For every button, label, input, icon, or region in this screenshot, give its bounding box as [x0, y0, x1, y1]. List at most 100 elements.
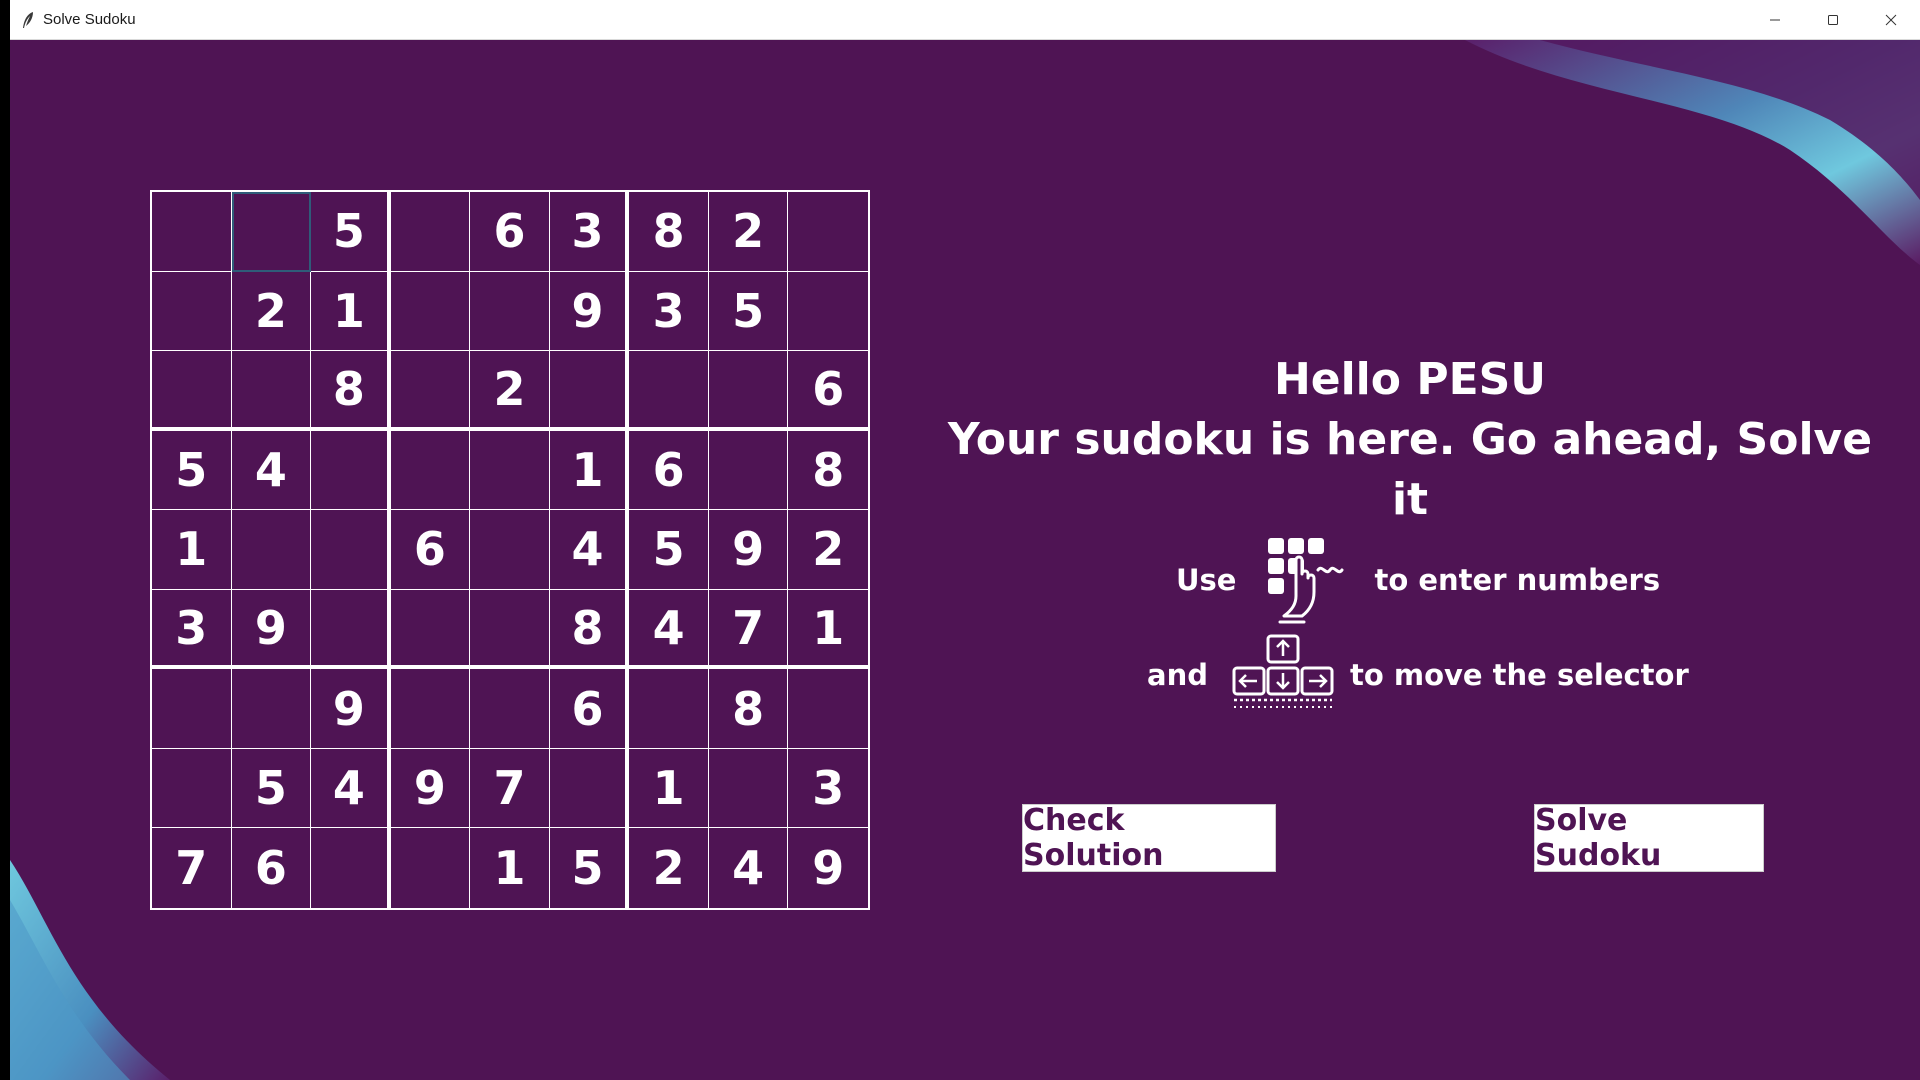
sudoku-cell-r2c7[interactable]: 3 — [629, 271, 709, 352]
arrow-keys-icon — [1232, 634, 1334, 708]
solve-sudoku-button[interactable]: Solve Sudoku — [1534, 803, 1764, 873]
sudoku-cell-r6c6[interactable]: 8 — [549, 589, 630, 670]
sudoku-cell-r9c3[interactable] — [311, 828, 391, 908]
window-controls — [1746, 0, 1920, 39]
sudoku-cell-r2c9[interactable] — [788, 272, 868, 352]
sudoku-cell-r5c9[interactable]: 2 — [788, 510, 868, 590]
sudoku-cell-r6c1[interactable]: 3 — [152, 589, 232, 670]
sudoku-cell-r6c8[interactable]: 7 — [708, 589, 789, 670]
sudoku-cell-r1c1[interactable] — [152, 192, 232, 272]
sudoku-cell-r3c4[interactable] — [390, 351, 471, 431]
sudoku-cell-r9c7[interactable]: 2 — [629, 828, 709, 908]
sudoku-cell-r9c5[interactable]: 1 — [470, 828, 550, 908]
instruction-enter-numbers: Use to enter numbers — [1176, 530, 1660, 630]
sudoku-cell-r9c1[interactable]: 7 — [152, 828, 232, 908]
sudoku-cell-r2c6[interactable]: 9 — [549, 271, 630, 352]
sudoku-cell-r4c3[interactable] — [311, 430, 391, 511]
sudoku-cell-r7c3[interactable]: 9 — [311, 669, 391, 749]
sudoku-cell-r4c8[interactable] — [708, 430, 789, 511]
sudoku-cell-r1c4[interactable] — [390, 192, 471, 272]
sudoku-cell-r7c6[interactable]: 6 — [549, 669, 630, 749]
sudoku-cell-r4c5[interactable] — [470, 430, 550, 511]
window-title: Solve Sudoku — [43, 11, 136, 28]
sudoku-cell-r7c5[interactable] — [470, 669, 550, 749]
check-solution-button[interactable]: Check Solution — [1022, 803, 1276, 873]
sudoku-cell-r2c5[interactable] — [470, 271, 550, 352]
sudoku-cell-r4c1[interactable]: 5 — [152, 430, 232, 511]
sudoku-cell-r4c4[interactable] — [390, 430, 471, 511]
sudoku-cell-r1c5[interactable]: 6 — [470, 192, 550, 272]
sudoku-cell-r6c9[interactable]: 1 — [788, 590, 868, 670]
numpad-touch-icon — [1268, 538, 1344, 624]
sudoku-cell-r5c1[interactable]: 1 — [152, 510, 232, 590]
sudoku-cell-r5c4[interactable]: 6 — [390, 510, 471, 590]
sudoku-cell-r3c3[interactable]: 8 — [311, 351, 391, 431]
sudoku-cell-r9c8[interactable]: 4 — [709, 828, 789, 908]
minimize-icon — [1770, 19, 1780, 20]
sudoku-cell-r5c6[interactable]: 4 — [549, 510, 630, 590]
sudoku-cell-r8c9[interactable]: 3 — [788, 749, 868, 829]
sudoku-cell-r3c6[interactable] — [549, 351, 630, 431]
sudoku-cell-r7c4[interactable] — [390, 669, 471, 749]
sudoku-cell-r1c7[interactable]: 8 — [629, 192, 709, 272]
sudoku-cell-r3c1[interactable] — [152, 351, 232, 431]
instruction-use-label: Use — [1176, 563, 1237, 597]
instruction-move-selector: and to move the selector — [1147, 630, 1689, 720]
sudoku-cell-r4c9[interactable]: 8 — [788, 431, 868, 511]
maximize-icon — [1828, 14, 1838, 25]
sudoku-cell-r1c8[interactable]: 2 — [708, 192, 789, 272]
sudoku-cell-r1c3[interactable]: 5 — [311, 192, 391, 272]
sudoku-cell-r7c1[interactable] — [152, 669, 232, 749]
sudoku-cell-r8c8[interactable] — [708, 748, 789, 829]
sudoku-cell-r5c2[interactable] — [231, 510, 312, 590]
sudoku-cell-r5c3[interactable] — [311, 510, 391, 590]
sudoku-cell-r2c3[interactable]: 1 — [311, 271, 391, 352]
sudoku-cell-r3c2[interactable] — [231, 351, 312, 431]
sudoku-cell-r1c2[interactable] — [231, 192, 312, 272]
sudoku-cell-r4c6[interactable]: 1 — [549, 430, 630, 511]
sudoku-cell-r3c8[interactable] — [708, 351, 789, 431]
sudoku-cell-r7c7[interactable] — [629, 669, 709, 749]
maximize-button[interactable] — [1804, 0, 1862, 39]
sudoku-cell-r1c9[interactable] — [788, 192, 868, 272]
title-bar[interactable]: Solve Sudoku — [10, 0, 1920, 40]
sudoku-cell-r6c3[interactable] — [311, 589, 391, 670]
sudoku-cell-r3c5[interactable]: 2 — [470, 351, 550, 431]
sudoku-cell-r6c4[interactable] — [390, 589, 471, 670]
sudoku-cell-r3c7[interactable] — [629, 351, 709, 431]
close-button[interactable] — [1862, 0, 1920, 39]
sudoku-cell-r9c4[interactable] — [391, 828, 471, 908]
sudoku-cell-r6c2[interactable]: 9 — [231, 589, 312, 670]
sudoku-cell-r3c9[interactable]: 6 — [788, 351, 868, 431]
sudoku-cell-r1c6[interactable]: 3 — [549, 192, 630, 272]
close-icon — [1885, 14, 1897, 25]
sudoku-cell-r6c5[interactable] — [470, 589, 550, 670]
sudoku-cell-r9c6[interactable]: 5 — [550, 828, 630, 908]
subtitle-text: Your sudoku is here. Go ahead, Solve it — [947, 414, 1873, 525]
sudoku-cell-r2c4[interactable] — [390, 271, 471, 352]
minimize-button[interactable] — [1746, 0, 1804, 39]
sudoku-cell-r7c8[interactable]: 8 — [708, 669, 789, 749]
sudoku-cell-r2c1[interactable] — [152, 271, 232, 352]
sudoku-cell-r8c6[interactable] — [549, 748, 630, 829]
sudoku-cell-r5c8[interactable]: 9 — [708, 510, 789, 590]
sudoku-cell-r8c3[interactable]: 4 — [311, 748, 391, 829]
sudoku-cell-r7c9[interactable] — [788, 669, 868, 749]
sudoku-cell-r6c7[interactable]: 4 — [629, 589, 709, 670]
sudoku-cell-r8c5[interactable]: 7 — [470, 748, 550, 829]
sudoku-cell-r8c4[interactable]: 9 — [390, 748, 471, 829]
sudoku-cell-r9c9[interactable]: 9 — [788, 828, 868, 908]
sudoku-cell-r4c7[interactable]: 6 — [629, 430, 709, 511]
sudoku-cell-r8c2[interactable]: 5 — [231, 748, 312, 829]
sudoku-cell-r9c2[interactable]: 6 — [232, 828, 312, 908]
sudoku-cell-r8c7[interactable]: 1 — [629, 748, 709, 829]
sudoku-cell-r4c2[interactable]: 4 — [231, 430, 312, 511]
sudoku-cell-r5c7[interactable]: 5 — [629, 510, 709, 590]
sudoku-cell-r2c2[interactable]: 2 — [231, 271, 312, 352]
sudoku-board: 5638221935826541681645923984719685497137… — [150, 190, 870, 910]
sudoku-cell-r2c8[interactable]: 5 — [708, 271, 789, 352]
sudoku-cell-r7c2[interactable] — [231, 669, 312, 749]
sudoku-cell-r8c1[interactable] — [152, 748, 232, 829]
instruction-enter-numbers-label: to enter numbers — [1374, 563, 1661, 597]
sudoku-cell-r5c5[interactable] — [470, 510, 550, 590]
